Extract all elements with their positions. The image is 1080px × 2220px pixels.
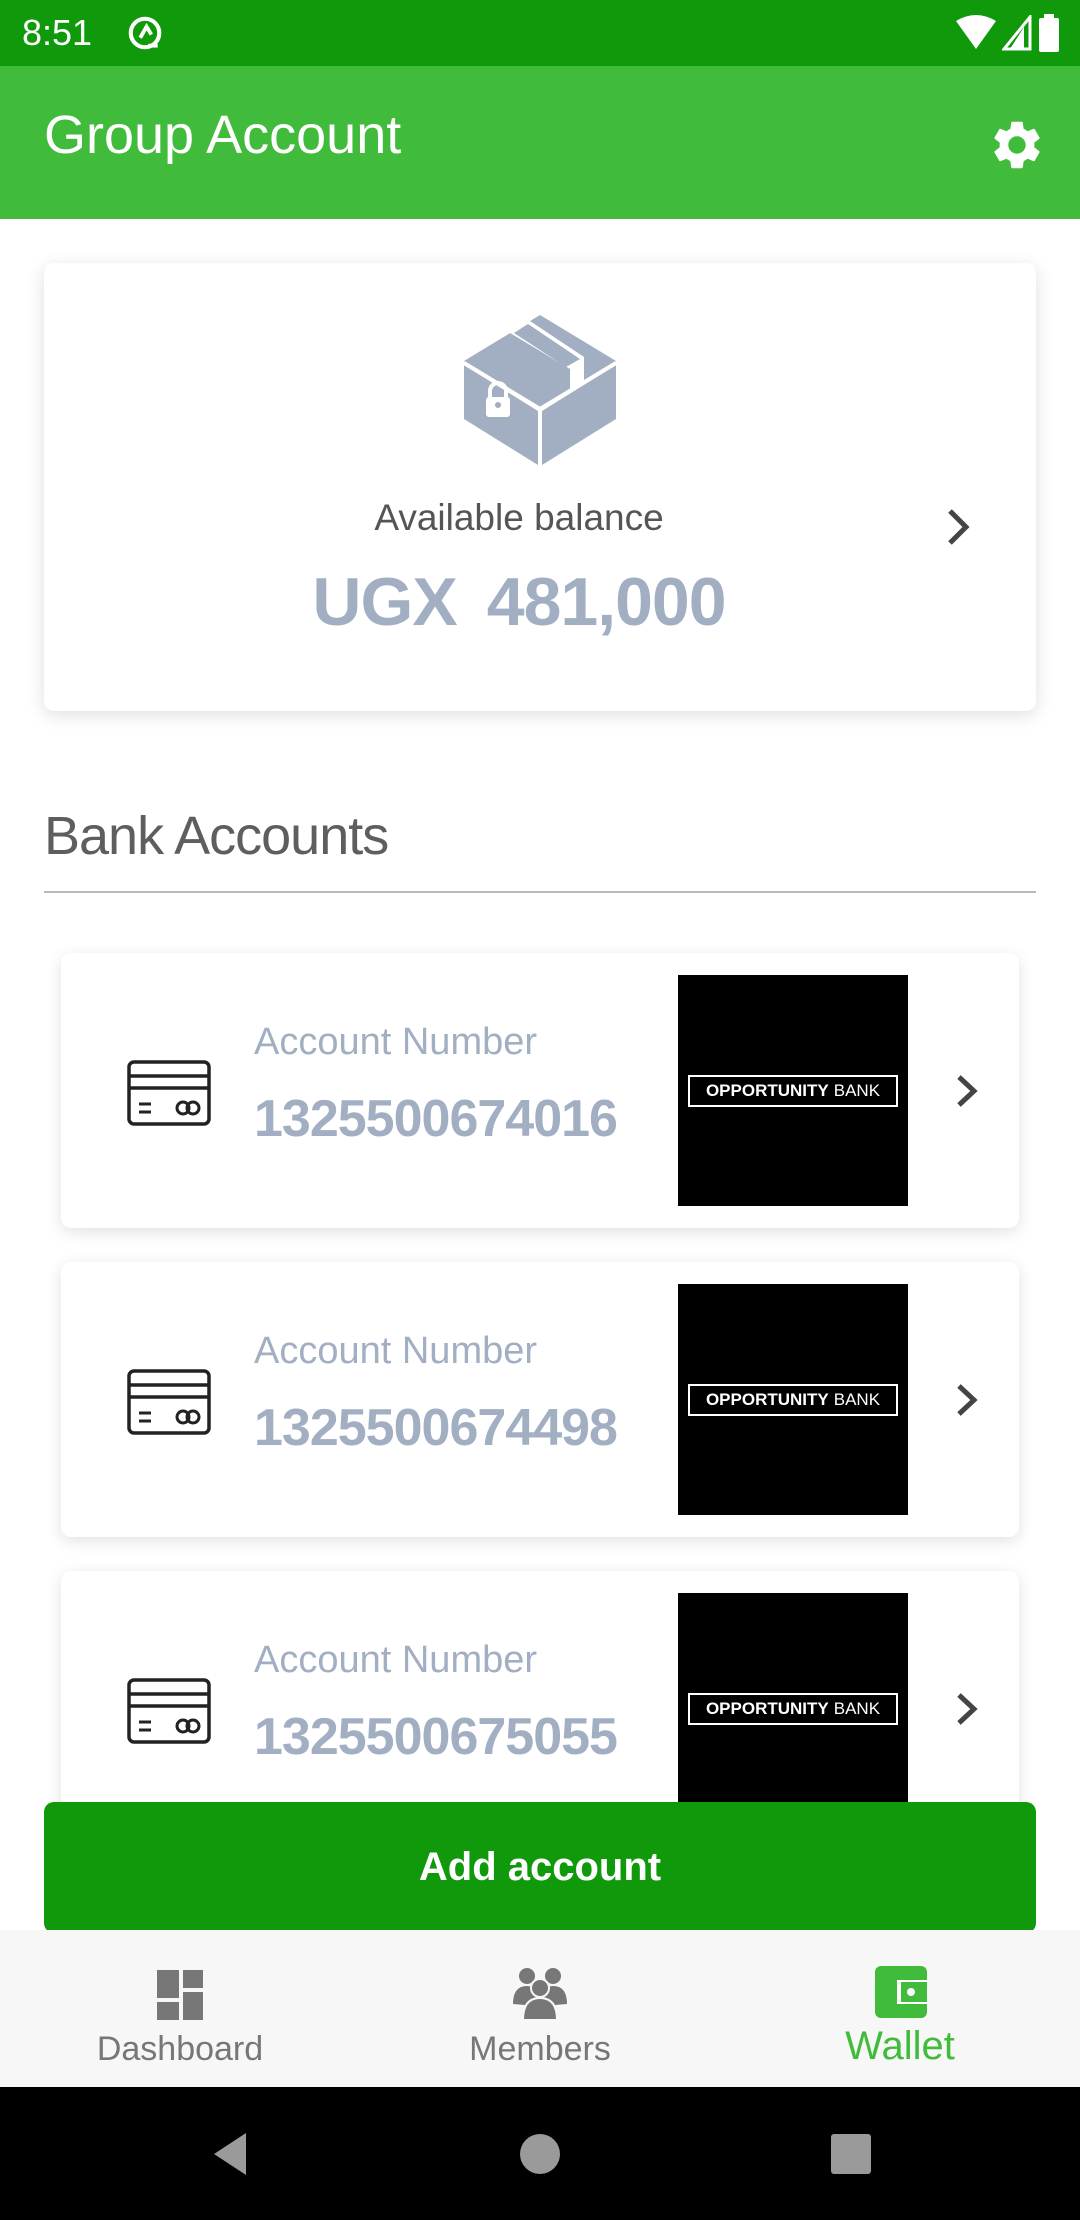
nav-label: Dashboard [96, 2030, 264, 2068]
battery-icon [1039, 14, 1059, 52]
nav-tab-wallet[interactable]: Wallet [720, 1930, 1080, 2087]
bank-logo: OPPORTUNITY BANK [678, 1284, 908, 1515]
nav-label: Wallet [845, 2024, 955, 2068]
dashboard-icon [157, 1970, 203, 2020]
account-card[interactable]: Account Number 1325500675055 OPPORTUNITY… [61, 1571, 1019, 1802]
account-number: 1325500674498 [254, 1399, 618, 1457]
balance-currency: UGX [312, 564, 457, 640]
balance-card[interactable]: Available balance UGX 481,000 [44, 263, 1036, 711]
account-card[interactable]: Account Number 1325500674016 OPPORTUNITY… [61, 953, 1019, 1228]
locked-box-icon [462, 315, 618, 465]
nav-tab-members[interactable]: Members [360, 1930, 720, 2087]
chevron-right-icon[interactable] [954, 1382, 980, 1418]
account-number-label: Account Number [254, 1330, 538, 1372]
nav-tab-dashboard[interactable]: Dashboard [0, 1930, 360, 2087]
balance-amount: UGX 481,000 [44, 563, 994, 641]
system-nav-bar [0, 2087, 1080, 2220]
balance-label: Available balance [374, 497, 664, 538]
credit-card-icon [127, 1678, 211, 1744]
bank-logo: OPPORTUNITY BANK [678, 1593, 908, 1802]
account-number-label: Account Number [254, 1021, 538, 1063]
bottom-nav: Dashboard Members Wallet [0, 1930, 1080, 2087]
section-title: Bank Accounts [44, 806, 389, 866]
bank-name-light: BANK [833, 1081, 881, 1100]
status-bar: 8:51 [0, 0, 1080, 66]
chevron-right-icon[interactable] [954, 1691, 980, 1727]
back-icon[interactable] [206, 2129, 256, 2179]
credit-card-icon [127, 1369, 211, 1435]
page-title: Group Account [44, 105, 402, 165]
bank-name-bold: OPPORTUNITY [705, 1081, 829, 1100]
bank-name-bold: OPPORTUNITY [705, 1390, 829, 1409]
account-number: 1325500674016 [254, 1090, 618, 1148]
bank-accounts-list[interactable]: Account Number 1325500674016 OPPORTUNITY… [0, 930, 1080, 1802]
status-time: 8:51 [22, 12, 93, 53]
home-icon[interactable] [515, 2129, 565, 2179]
account-number: 1325500675055 [254, 1708, 618, 1766]
wifi-icon [956, 15, 996, 49]
app-bar: Group Account [0, 66, 1080, 219]
account-card[interactable]: Account Number 1325500674498 OPPORTUNITY… [61, 1262, 1019, 1537]
gear-icon[interactable] [988, 116, 1046, 174]
bank-logo: OPPORTUNITY BANK [678, 975, 908, 1206]
divider [44, 891, 1036, 893]
screen: 8:51 Group Account Available balance UGX… [0, 0, 1080, 2220]
recents-icon[interactable] [826, 2129, 876, 2179]
bank-name-bold: OPPORTUNITY [705, 1699, 829, 1718]
members-icon [513, 1968, 567, 2021]
wallet-icon [875, 1966, 927, 2018]
at-sign-icon [128, 16, 162, 50]
credit-card-icon [127, 1060, 211, 1126]
bank-name-light: BANK [833, 1390, 881, 1409]
chevron-right-icon[interactable] [944, 507, 974, 547]
balance-value: 481,000 [486, 564, 727, 640]
chevron-right-icon[interactable] [954, 1073, 980, 1109]
nav-label: Members [469, 2030, 611, 2068]
bank-name-light: BANK [833, 1699, 881, 1718]
signal-icon [1002, 15, 1032, 51]
system-icons [956, 14, 1060, 52]
add-account-button[interactable]: Add account [44, 1802, 1036, 1933]
account-number-label: Account Number [254, 1639, 538, 1681]
